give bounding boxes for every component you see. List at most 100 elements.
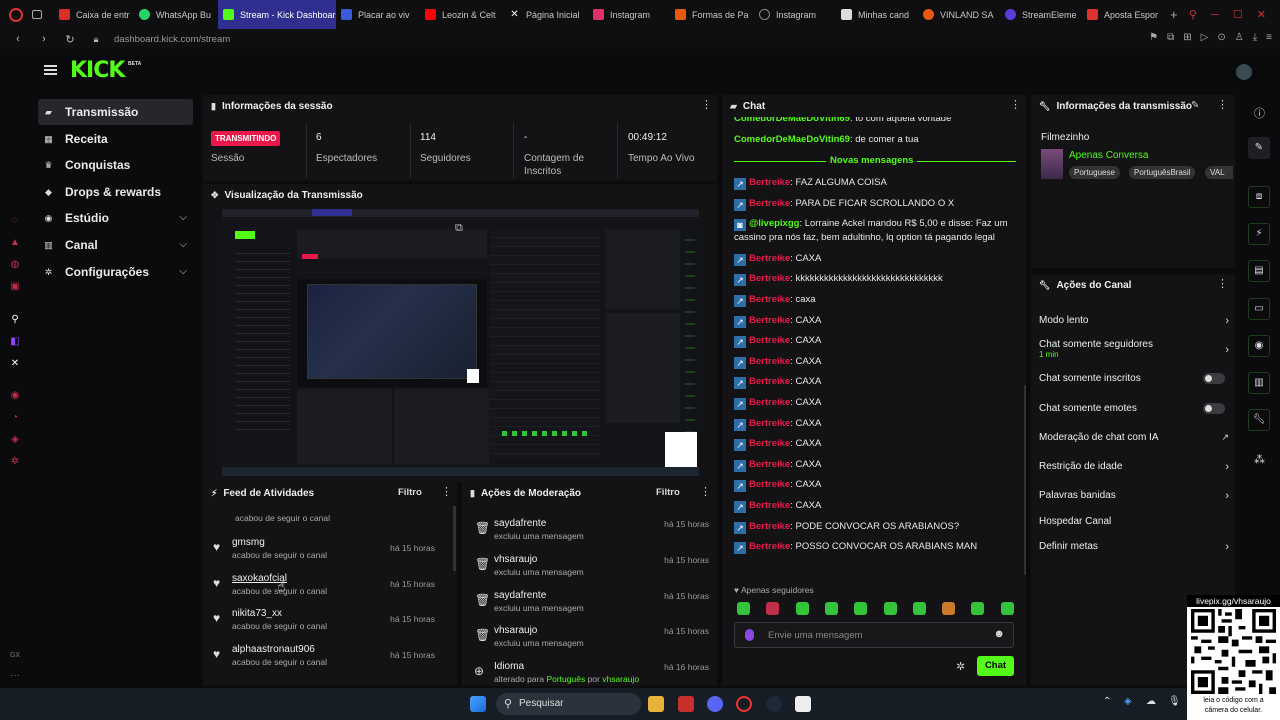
user-avatar[interactable] <box>1236 64 1252 80</box>
sidebar-twitch-icon[interactable]: ◧ <box>9 336 21 348</box>
scrollbar[interactable] <box>1024 385 1026 575</box>
windows-start-icon[interactable] <box>470 696 486 712</box>
edit-pencil-icon[interactable]: ✎ <box>1191 100 1199 111</box>
send-chat-button[interactable]: Chat <box>977 656 1014 676</box>
tab-vinland-saga[interactable]: VINLAND SA <box>918 0 1000 29</box>
pinboard-icon[interactable]: ◈ <box>9 434 21 446</box>
chat-username[interactable]: Bertreike <box>749 294 790 305</box>
emote-1-icon[interactable] <box>737 602 750 615</box>
download-icon[interactable]: ⤓ <box>1253 32 1257 43</box>
kebab-menu-icon[interactable]: ⋮ <box>1217 279 1228 290</box>
scrollbar[interactable] <box>453 506 456 571</box>
chat-username[interactable]: Bertreike <box>749 459 790 470</box>
action-ai-moderation[interactable]: Moderação de chat com IA ↗ <box>1039 432 1229 443</box>
opera-gx-icon[interactable] <box>736 696 752 712</box>
sidebar-kick-icon[interactable]: ⚲ <box>9 314 21 326</box>
tray-mic-icon[interactable]: 🎙︎ <box>1168 696 1181 707</box>
nav-item-transmissao[interactable]: ▰ Transmissão <box>38 99 193 125</box>
emote-3-icon[interactable] <box>795 602 809 615</box>
forward-icon[interactable]: › <box>36 33 52 45</box>
scan-icon[interactable]: ⧈ <box>1248 186 1270 208</box>
action-age-restriction[interactable]: Restrição de idade › <box>1039 461 1229 473</box>
menu-icon[interactable]: ≡ <box>1266 32 1272 43</box>
nav-item-drops[interactable]: ◆ Drops & rewards <box>38 179 193 205</box>
tab-instagram-2[interactable]: Instagram <box>754 0 836 29</box>
microphone-icon[interactable] <box>745 629 754 641</box>
tab-streamelements[interactable]: StreamEleme <box>1000 0 1082 29</box>
chat-username[interactable]: Bertreike <box>749 177 790 188</box>
category-thumbnail[interactable] <box>1041 149 1063 179</box>
action-followers-only[interactable]: Chat somente seguidores 1 min › <box>1039 339 1229 359</box>
extensions-icon[interactable]: ⊞ <box>1183 32 1191 43</box>
tray-app-icon[interactable]: ◈ <box>1124 696 1132 707</box>
opera-player-icon[interactable]: ◉ <box>9 390 21 402</box>
apps-icon[interactable]: ⁂ <box>1254 453 1265 466</box>
category-name[interactable]: Apenas Conversa <box>1069 150 1149 161</box>
tray-cloud-icon[interactable]: ☁︎ <box>1146 696 1156 707</box>
sidebar-settings-icon[interactable]: GX <box>9 650 21 662</box>
tab-formas-pagamento[interactable]: Formas de Pa <box>670 0 754 29</box>
chat-username[interactable]: Bertreike <box>749 418 790 429</box>
kebab-menu-icon[interactable]: ⋮ <box>1010 100 1021 111</box>
snapshot-icon[interactable]: ⧉ <box>1167 32 1174 43</box>
opera-logo-icon[interactable] <box>9 7 23 22</box>
nav-item-estudio[interactable]: ◉ Estúdio ⌵ <box>38 205 193 231</box>
discord-icon[interactable] <box>707 696 723 712</box>
emote-4-icon[interactable] <box>824 602 838 615</box>
broadcast-signal-icon[interactable]: ◉ <box>1248 335 1270 357</box>
player-icon[interactable]: ▷ <box>1201 32 1209 43</box>
kebab-menu-icon[interactable]: ⋮ <box>441 487 452 498</box>
hamburger-menu-icon[interactable] <box>44 65 57 75</box>
chat-settings-gear-icon[interactable]: ✲ <box>956 660 965 673</box>
tab-whatsapp[interactable]: WhatsApp Bu <box>134 0 218 29</box>
opera-crypto-icon[interactable]: ▲ <box>9 237 21 249</box>
chat-username[interactable]: Bertreike <box>749 397 790 408</box>
nav-item-canal[interactable]: ▥ Canal ⌵ <box>38 232 193 258</box>
bookmark-icon[interactable]: ⚑ <box>1149 32 1158 43</box>
chat-username[interactable]: Bertreike <box>749 541 790 552</box>
chat-input[interactable]: Envie uma mensagem ☻ <box>734 622 1014 648</box>
layout-icon[interactable]: ▥ <box>1248 372 1270 394</box>
profile-icon[interactable]: ♙ <box>1235 32 1244 43</box>
tab-gmail[interactable]: Caixa de entr <box>54 0 134 29</box>
file-explorer-icon[interactable] <box>648 696 664 712</box>
emote-6-icon[interactable] <box>883 602 897 615</box>
url-field[interactable]: dashboard.kick.com/stream <box>114 34 230 45</box>
emote-8-icon[interactable] <box>942 602 956 615</box>
new-tab-icon[interactable]: + <box>1170 7 1178 22</box>
chat-username[interactable]: Bertreike <box>749 315 790 326</box>
tab-youtube-leozin[interactable]: Leozin & Celt <box>420 0 504 29</box>
chat-username[interactable]: Bertreike <box>749 521 790 532</box>
nav-item-receita[interactable]: ▦ Receita <box>38 126 193 152</box>
chat-username[interactable]: @livepixgg <box>749 218 799 229</box>
action-banned-words[interactable]: Palavras banidas › <box>1039 490 1229 502</box>
app-red-icon[interactable] <box>678 696 694 712</box>
settings-gear-icon[interactable]: ✲ <box>9 456 21 468</box>
emote-9-icon[interactable] <box>971 602 985 615</box>
workspaces-icon[interactable] <box>32 10 42 19</box>
chat-username[interactable]: Bertreike <box>749 253 790 264</box>
action-slow-mode[interactable]: Modo lento › <box>1039 315 1229 327</box>
bolt-icon[interactable]: ⚡︎ <box>1248 223 1270 245</box>
chat-username[interactable]: Bertreike <box>749 198 790 209</box>
tab-instagram-1[interactable]: Instagram <box>588 0 670 29</box>
kebab-menu-icon[interactable]: ⋮ <box>701 100 712 111</box>
steam-icon[interactable] <box>766 696 782 712</box>
chat-username[interactable]: Bertreike <box>749 356 790 367</box>
chat-username[interactable]: Bertreike <box>749 273 790 284</box>
kick-logo[interactable]: KICK <box>70 58 125 83</box>
tab-aposta[interactable]: Aposta Espor <box>1082 0 1164 29</box>
taskbar-search[interactable]: ⚲ Pesquisar <box>496 693 641 715</box>
emotes-only-toggle[interactable] <box>1203 403 1225 414</box>
chat-username[interactable]: Bertreike <box>749 438 790 449</box>
kebab-menu-icon[interactable]: ⋮ <box>1217 100 1228 111</box>
nav-item-conquistas[interactable]: ♛ Conquistas <box>38 152 193 178</box>
emote-5-icon[interactable] <box>854 602 868 615</box>
popout-icon[interactable]: ⧉ <box>455 222 463 235</box>
edit-icon[interactable]: ✎ <box>1248 137 1270 159</box>
history-icon[interactable]: ◔ <box>9 412 21 424</box>
filter-button[interactable]: Filtro <box>398 487 422 498</box>
emote-2-icon[interactable] <box>766 602 780 615</box>
nav-item-configuracoes[interactable]: ✲ Configurações ⌵ <box>38 259 193 285</box>
kebab-menu-icon[interactable]: ⋮ <box>700 487 711 498</box>
